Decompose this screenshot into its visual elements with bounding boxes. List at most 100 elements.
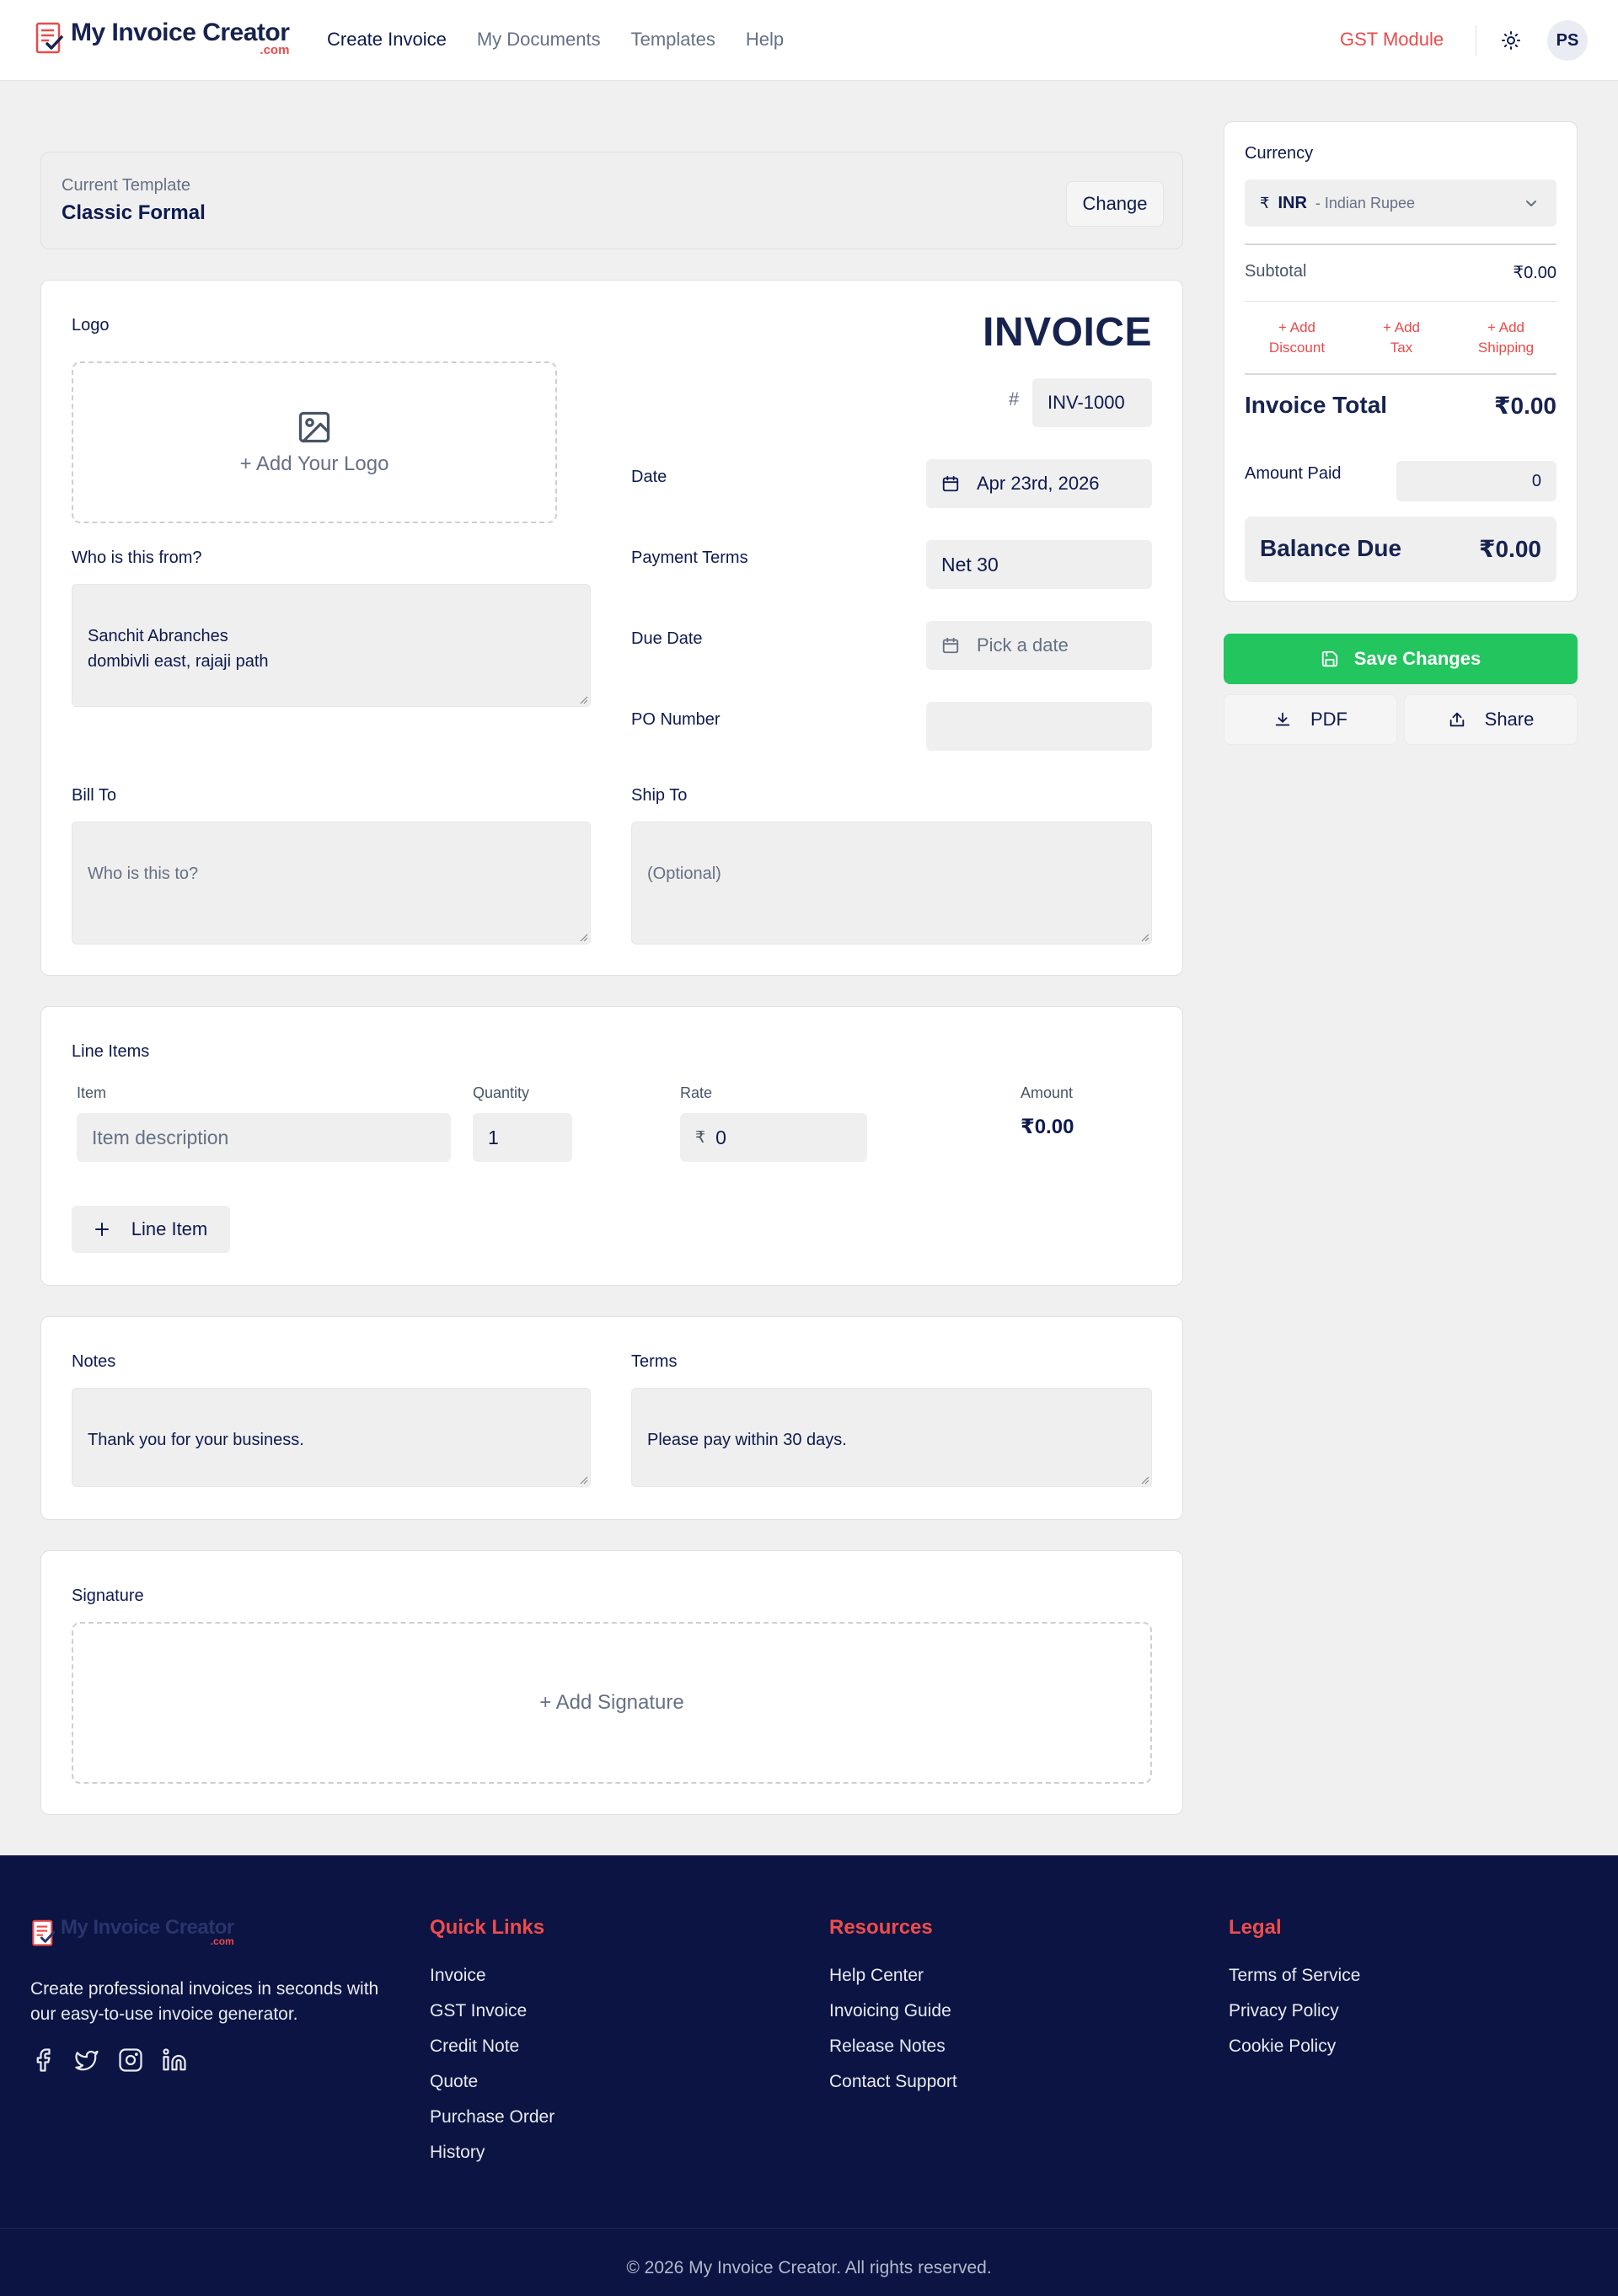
logo-upload-area[interactable]: + Add Your Logo (72, 361, 557, 523)
template-name: Classic Formal (62, 201, 206, 224)
resize-grip-icon (580, 696, 588, 704)
footer-link-cookie[interactable]: Cookie Policy (1229, 2029, 1360, 2064)
col-quantity: Quantity (473, 1084, 530, 1101)
notes-textarea[interactable]: Thank you for your business. (72, 1388, 591, 1487)
due-date-placeholder: Pick a date (977, 634, 1069, 656)
footer-divider (0, 2228, 1618, 2229)
footer-link-privacy[interactable]: Privacy Policy (1229, 1994, 1360, 2029)
ship-to-label: Ship To (631, 786, 688, 805)
footer-link-history[interactable]: History (430, 2135, 555, 2170)
brand-name: My Invoice Creator (71, 19, 290, 46)
bill-to-textarea[interactable]: Who is this to? (72, 822, 591, 945)
resize-grip-icon (580, 1476, 588, 1485)
instagram-icon[interactable] (118, 2047, 143, 2073)
summary-card: Currency ₹ INR - Indian Rupee Subtotal ₹… (1224, 121, 1578, 602)
footer-link-contact-support[interactable]: Contact Support (829, 2064, 957, 2100)
footer-link-gst-invoice[interactable]: GST Invoice (430, 1994, 555, 2029)
col-amount: Amount (1021, 1084, 1074, 1101)
from-textarea[interactable]: Sanchit Abranches dombivli east, rajaji … (72, 584, 591, 707)
add-shipping-link[interactable]: + Add Shipping (1464, 318, 1548, 358)
footer-link-invoicing-guide[interactable]: Invoicing Guide (829, 1994, 957, 2029)
share-label: Share (1484, 709, 1535, 730)
save-icon (1321, 650, 1337, 667)
change-template-button[interactable]: Change (1066, 181, 1164, 227)
terms-value: Please pay within 30 days. (647, 1431, 847, 1449)
image-icon (298, 411, 330, 443)
due-date-picker[interactable]: Pick a date (926, 621, 1152, 670)
date-picker[interactable]: Apr 23rd, 2026 (926, 459, 1152, 508)
chevron-down-icon (1526, 201, 1536, 206)
footer-brand-logo[interactable]: My Invoice Creator .com (30, 1918, 234, 1950)
due-date-label: Due Date (631, 629, 703, 648)
terms-textarea[interactable]: Please pay within 30 days. (631, 1388, 1152, 1487)
add-tax-link[interactable]: + Add Tax (1359, 318, 1444, 358)
footer-link-help-center[interactable]: Help Center (829, 1958, 957, 1994)
currency-select[interactable]: ₹ INR - Indian Rupee (1245, 179, 1556, 227)
divider (1245, 244, 1556, 245)
amount-paid-label: Amount Paid (1245, 464, 1342, 483)
payment-terms-label: Payment Terms (631, 549, 748, 567)
payment-terms-input[interactable]: Net 30 (926, 540, 1152, 589)
invoice-title: INVOICE (983, 310, 1152, 355)
ship-to-textarea[interactable]: (Optional) (631, 822, 1152, 945)
subtotal-label: Subtotal (1245, 262, 1307, 281)
subtotal-value: ₹0.00 (1513, 264, 1556, 282)
add-line-item-button[interactable]: Line Item (72, 1206, 230, 1253)
add-discount-link[interactable]: + Add Discount (1255, 318, 1339, 358)
pdf-button[interactable]: PDF (1224, 694, 1397, 745)
footer-link-credit-note[interactable]: Credit Note (430, 2029, 555, 2064)
divider (1245, 373, 1556, 375)
date-value: Apr 23rd, 2026 (977, 473, 1100, 494)
logo-placeholder: + Add Your Logo (239, 452, 389, 475)
save-changes-label: Save Changes (1353, 648, 1481, 669)
nav-create-invoice[interactable]: Create Invoice (327, 29, 447, 51)
gst-module-link[interactable]: GST Module (1340, 29, 1444, 51)
site-footer: My Invoice Creator .com Create professio… (0, 1855, 1618, 2296)
top-navbar: My Invoice Creator .com Create Invoice M… (0, 0, 1618, 81)
footer-link-quote[interactable]: Quote (430, 2064, 555, 2100)
plus-icon (94, 1223, 109, 1236)
currency-code: INR (1278, 193, 1307, 212)
rate-input[interactable]: ₹ 0 (680, 1113, 867, 1162)
amount-paid-input[interactable]: 0 (1396, 461, 1556, 501)
ship-to-placeholder: (Optional) (647, 864, 721, 883)
sun-icon (1502, 31, 1520, 50)
footer-link-terms[interactable]: Terms of Service (1229, 1958, 1360, 1994)
col-rate: Rate (680, 1084, 713, 1101)
theme-toggle-button[interactable] (1498, 28, 1524, 53)
facebook-icon[interactable] (30, 2047, 56, 2073)
main-nav: Create Invoice My Documents Templates He… (327, 29, 784, 51)
twitter-icon[interactable] (74, 2047, 99, 2073)
legal-title: Legal (1229, 1916, 1282, 1939)
signature-label: Signature (72, 1587, 144, 1605)
item-description-input[interactable]: Item description (77, 1113, 451, 1162)
linkedin-icon[interactable] (162, 2047, 187, 2073)
nav-help[interactable]: Help (746, 29, 784, 51)
add-signature-area[interactable]: + Add Signature (72, 1622, 1152, 1784)
nav-templates[interactable]: Templates (631, 29, 715, 51)
nav-my-documents[interactable]: My Documents (477, 29, 601, 51)
footer-link-purchase-order[interactable]: Purchase Order (430, 2100, 555, 2135)
from-value: Sanchit Abranches dombivli east, rajaji … (88, 627, 269, 671)
terms-label: Terms (631, 1352, 678, 1371)
notes-terms-card: Notes Thank you for your business. Terms… (40, 1316, 1183, 1520)
quick-links-title: Quick Links (430, 1916, 545, 1939)
po-number-input[interactable] (926, 702, 1152, 751)
footer-tagline: Create professional invoices in seconds … (30, 1979, 379, 2024)
resources-column: Resources Help Center Invoicing Guide Re… (829, 1916, 957, 2100)
add-line-item-label: Line Item (131, 1218, 208, 1239)
current-template-card: Current Template Classic Formal Change (40, 152, 1183, 249)
divider (1245, 301, 1556, 302)
legal-column: Legal Terms of Service Privacy Policy Co… (1229, 1916, 1360, 2064)
brand-logo[interactable]: My Invoice Creator .com (34, 19, 290, 57)
footer-link-release-notes[interactable]: Release Notes (829, 2029, 957, 2064)
user-avatar[interactable]: PS (1547, 20, 1588, 61)
share-icon (1449, 712, 1464, 727)
share-button[interactable]: Share (1404, 694, 1578, 745)
footer-link-invoice[interactable]: Invoice (430, 1958, 555, 1994)
invoice-number-input[interactable]: INV-1000 (1032, 378, 1152, 427)
social-links (30, 2047, 187, 2073)
quantity-input[interactable]: 1 (473, 1113, 572, 1162)
save-changes-button[interactable]: Save Changes (1224, 634, 1578, 684)
copyright-text: © 2026 My Invoice Creator. All rights re… (626, 2258, 992, 2277)
